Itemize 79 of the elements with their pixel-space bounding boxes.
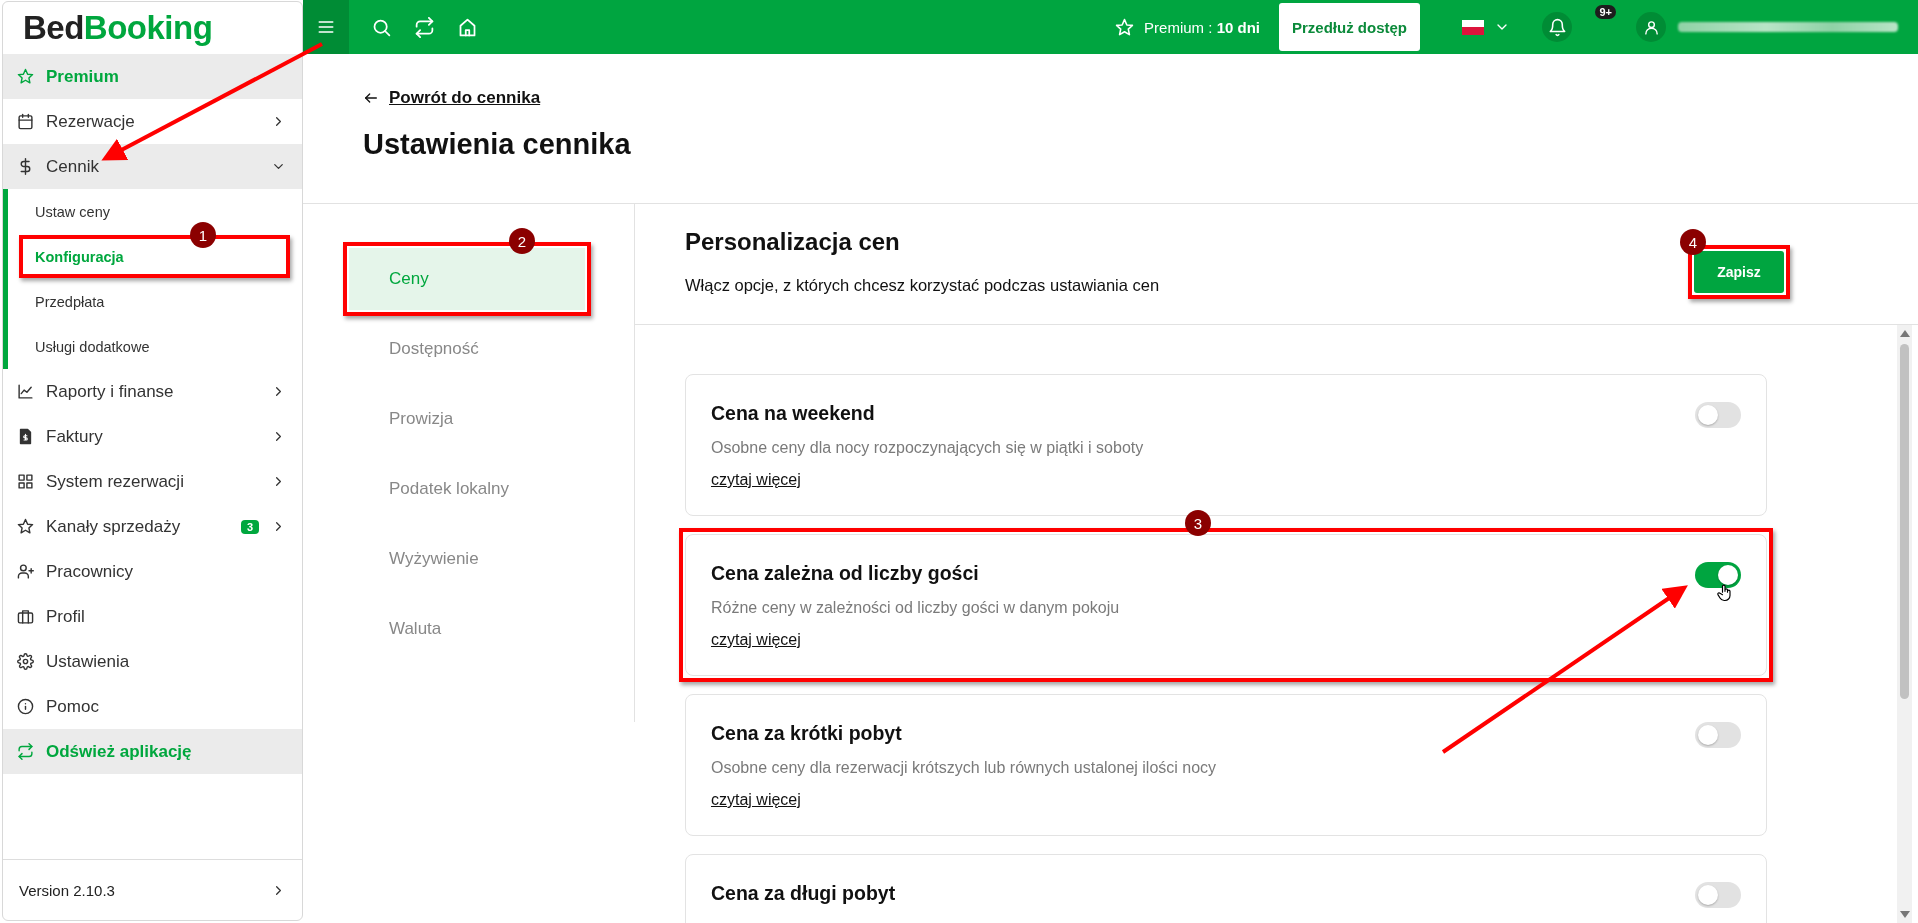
- chart-icon: [17, 383, 34, 400]
- page-title: Ustawienia cennika: [363, 128, 632, 161]
- info-icon: [17, 698, 34, 715]
- sidebar-item[interactable]: System rezerwacji: [3, 459, 302, 504]
- grid-icon: [17, 473, 34, 490]
- menu-label: Premium: [46, 66, 120, 87]
- toggle-switch[interactable]: [1695, 402, 1741, 428]
- option-title: Cena za długi pobyt: [711, 882, 896, 905]
- sidebar-item[interactable]: Raporty i finanse: [3, 369, 302, 414]
- menu-label: Cennik: [46, 156, 100, 177]
- sidebar-item[interactable]: Ustawienia: [3, 639, 302, 684]
- star-icon: [17, 518, 34, 535]
- add-user-icon: [17, 563, 34, 580]
- option-description: Różne ceny w zależności od liczby gości w danym pokoju: [711, 599, 1120, 617]
- menu-label: Faktury: [46, 426, 104, 447]
- sidebar-item[interactable]: Cennik: [3, 144, 302, 189]
- menu-label: Odśwież aplikację: [46, 741, 193, 762]
- submenu-item[interactable]: Usługi dodatkowe: [35, 338, 150, 355]
- calendar-icon: [17, 113, 34, 130]
- submenu-item[interactable]: Ustaw ceny: [35, 203, 110, 220]
- menu-label: Pracownicy: [46, 561, 134, 582]
- menu-label: Rezerwacje: [46, 111, 136, 132]
- option-title: Cena zależna od liczby gości: [711, 562, 980, 585]
- tab[interactable]: Dostępność: [349, 318, 585, 380]
- tab[interactable]: Waluta: [349, 598, 585, 660]
- annotation-marker: 2: [509, 228, 535, 254]
- count-badge: 3: [240, 519, 259, 534]
- section-description: Włącz opcje, z których chcesz korzystać podczas ustawiania cen: [685, 276, 1160, 295]
- briefcase-icon: [17, 608, 34, 625]
- sidebar-item[interactable]: Pracownicy: [3, 549, 302, 594]
- star-icon: [1115, 17, 1135, 37]
- version-button[interactable]: Version 2.10.3: [3, 859, 302, 920]
- sidebar-item[interactable]: Pomoc: [3, 684, 302, 729]
- option-description: Osobne ceny dla nocy rozpoczynających się w piątki i soboty: [711, 439, 1144, 457]
- refresh-icon: [17, 743, 34, 760]
- option-description: Osobne ceny dla rezerwacji krótszych lub równych ustalonej ilości nocy: [711, 759, 1217, 777]
- sidebar-item[interactable]: Faktury: [3, 414, 302, 459]
- menu-label: System rezerwacji: [46, 471, 185, 492]
- read-more-link[interactable]: czytaj więcej: [711, 791, 1217, 809]
- scrollbar[interactable]: [1897, 325, 1912, 923]
- menu-button[interactable]: [303, 0, 349, 54]
- toggle-switch[interactable]: [1695, 562, 1741, 588]
- menu-label: Ustawienia: [46, 651, 131, 672]
- toggle-switch[interactable]: [1695, 722, 1741, 748]
- premium-status: Premium : 10 dni: [1144, 18, 1260, 36]
- option-title: Cena na weekend: [711, 402, 876, 425]
- notifications-button[interactable]: [1542, 12, 1572, 42]
- refresh-icon[interactable]: [414, 16, 435, 38]
- menu-label: Pomoc: [46, 696, 100, 717]
- user-button[interactable]: [1636, 12, 1666, 42]
- menu-label: Kanały sprzedaży: [46, 516, 182, 537]
- bell-icon: [1547, 17, 1567, 37]
- user-icon: [1642, 18, 1660, 36]
- extend-access-button[interactable]: Przedłuż dostęp: [1279, 3, 1420, 51]
- tab[interactable]: Podatek lokalny: [349, 458, 585, 520]
- annotation-marker: 1: [190, 222, 216, 248]
- sidebar-item[interactable]: Profil: [3, 594, 302, 639]
- toggle-switch[interactable]: [1695, 882, 1741, 908]
- submenu-item[interactable]: Przedpłata: [35, 293, 105, 310]
- flag-icon: [1462, 19, 1484, 35]
- invoice-icon: [17, 428, 34, 445]
- annotation-marker: 4: [1680, 229, 1706, 255]
- back-link[interactable]: Powrót do cennika: [363, 88, 1918, 108]
- settings-icon: [17, 653, 34, 670]
- read-more-link[interactable]: czytaj więcej: [711, 471, 1144, 489]
- notification-badge: 9+: [1595, 5, 1616, 19]
- home-icon[interactable]: [457, 16, 478, 38]
- section-title: Personalizacja cen: [685, 228, 901, 256]
- tab[interactable]: Prowizja: [349, 388, 585, 450]
- read-more-link[interactable]: czytaj więcej: [711, 631, 1120, 649]
- sidebar-item[interactable]: Kanały sprzedaży 3: [3, 504, 302, 549]
- arrow-left-icon: [363, 90, 379, 106]
- option-title: Cena za krótki pobyt: [711, 722, 903, 745]
- menu-label: Profil: [46, 606, 86, 627]
- sidebar-item[interactable]: Rezerwacje: [3, 99, 302, 144]
- menu-label: Raporty i finanse: [46, 381, 175, 402]
- tab[interactable]: Wyżywienie: [349, 528, 585, 590]
- logo[interactable]: BedBooking: [3, 2, 213, 54]
- star-icon: [17, 68, 34, 85]
